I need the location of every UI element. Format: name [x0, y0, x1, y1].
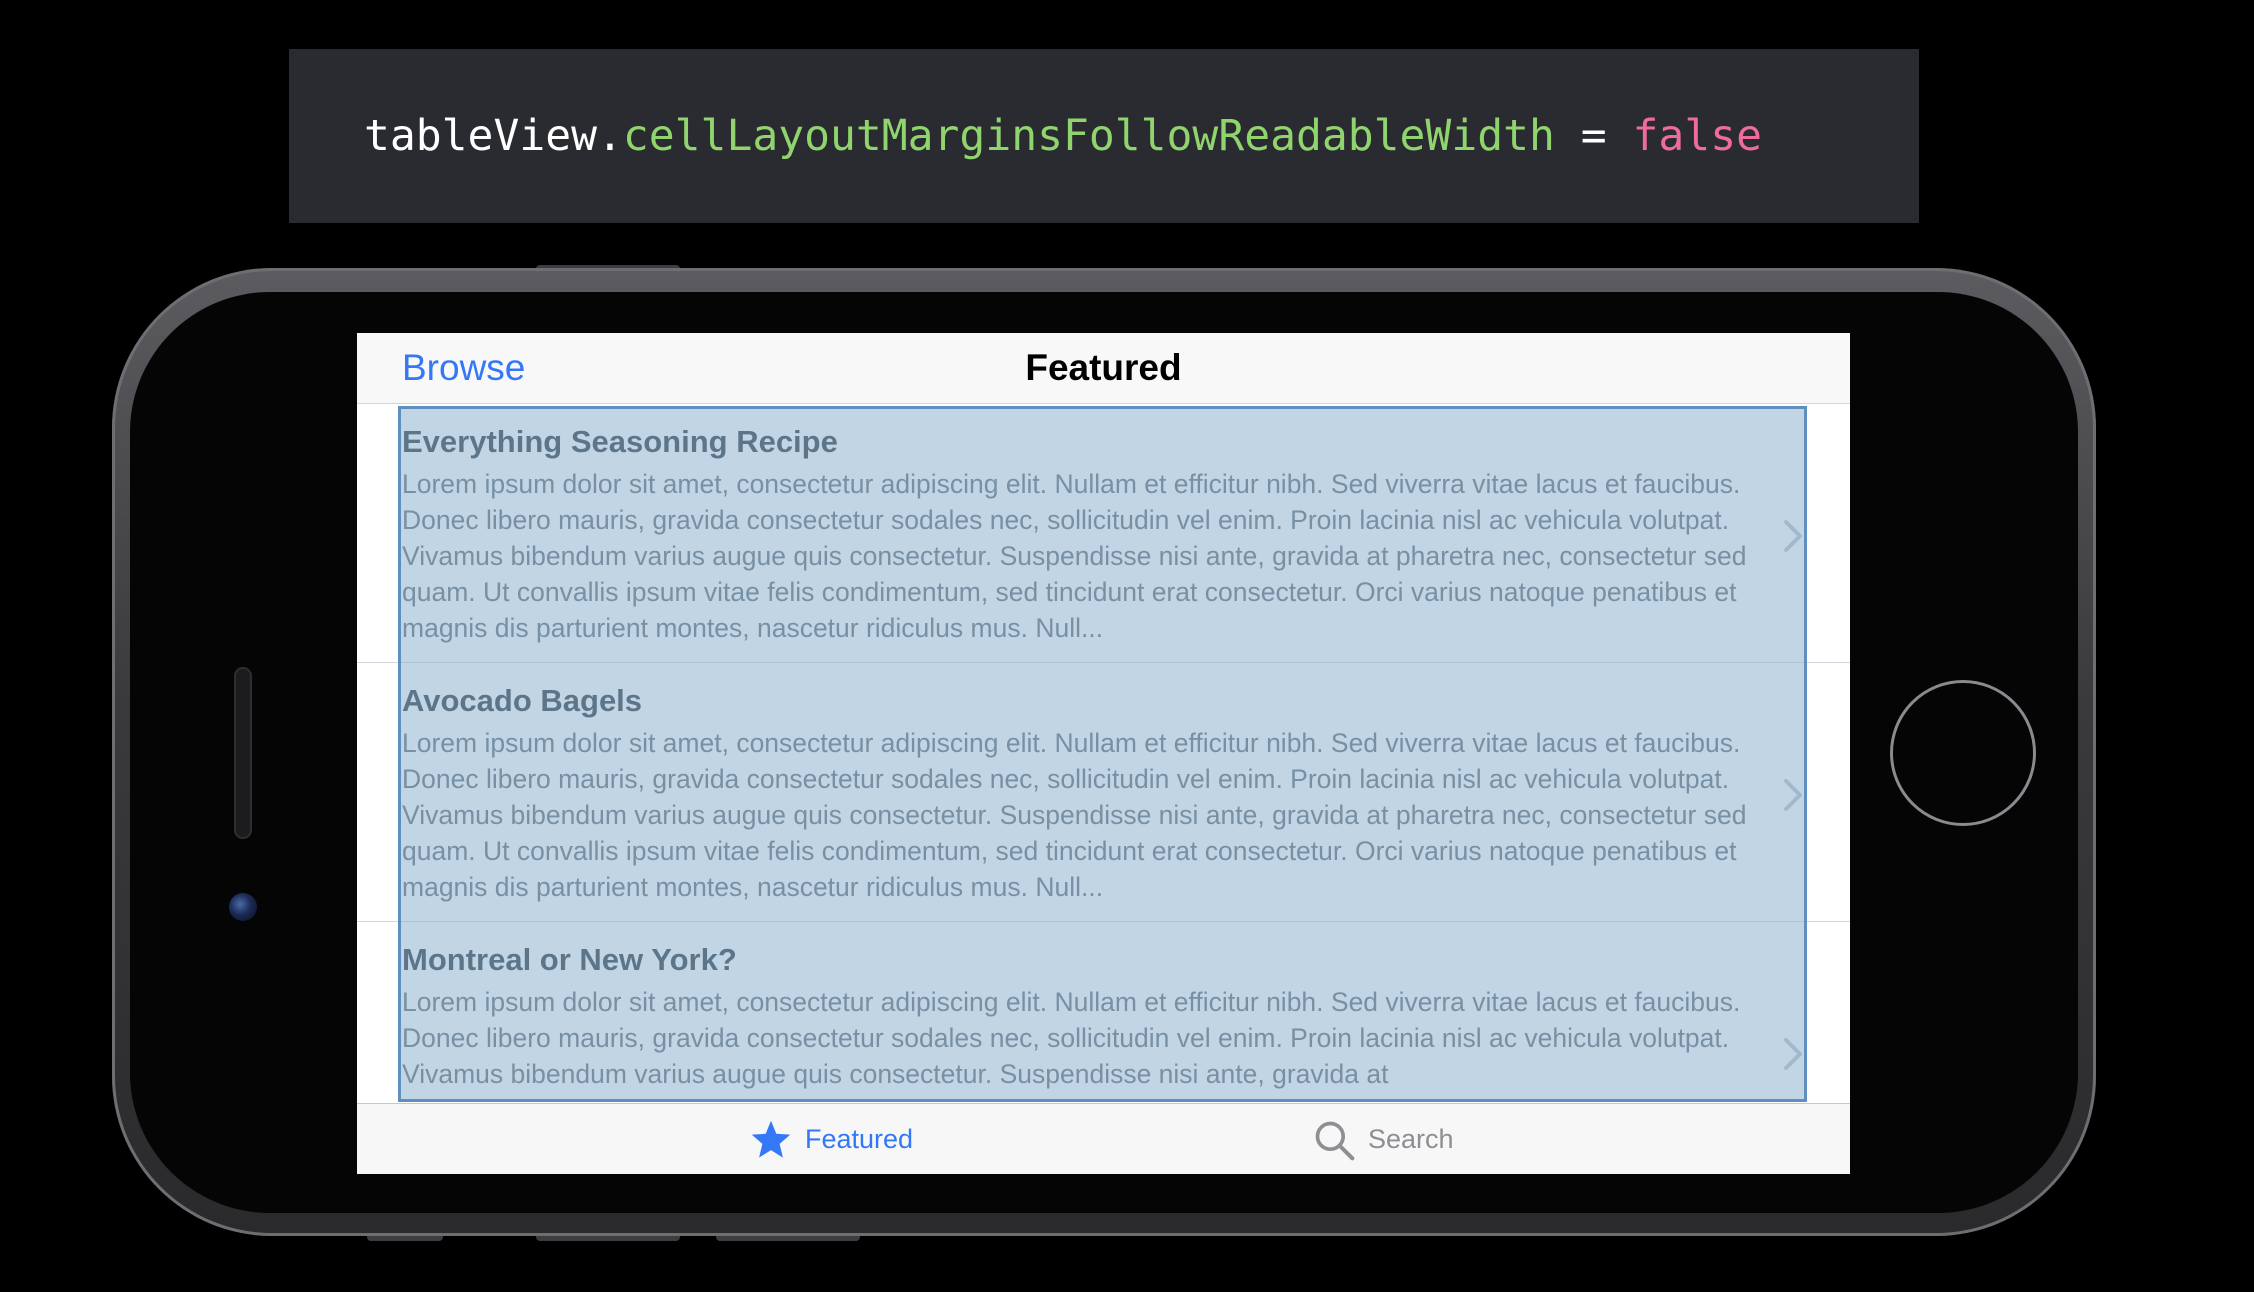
chevron-right-icon — [1784, 779, 1802, 811]
code-object: tableView — [364, 111, 597, 161]
table-view[interactable]: Everything Seasoning Recipe Lorem ipsum … — [357, 404, 1850, 1174]
phone-speaker — [234, 667, 252, 839]
tab-search-label: Search — [1368, 1124, 1454, 1154]
phone-screen: Featured Browse Everything Seasoning Rec… — [357, 333, 1850, 1174]
code-snippet-banner: tableView. cellLayoutMarginsFollowReadabl… — [289, 49, 1919, 223]
cell-title: Everything Seasoning Recipe — [402, 424, 838, 459]
tab-featured[interactable]: Featured — [749, 1104, 913, 1174]
cell-title: Avocado Bagels — [402, 683, 643, 718]
search-icon — [1315, 1121, 1355, 1160]
code-value: false — [1632, 111, 1762, 161]
cell-body: Lorem ipsum dolor sit amet, consectetur … — [402, 987, 1741, 1089]
front-camera — [229, 893, 257, 921]
tab-bar: Featured Search — [357, 1103, 1850, 1174]
code-operator: = — [1554, 111, 1633, 161]
tab-search[interactable]: Search — [1312, 1104, 1454, 1174]
cell-body: Lorem ipsum dolor sit amet, consectetur … — [402, 728, 1747, 902]
tab-featured-label: Featured — [805, 1124, 914, 1154]
nav-title: Featured — [1025, 347, 1182, 388]
chevron-right-icon — [1784, 520, 1802, 552]
table-row[interactable]: Everything Seasoning Recipe Lorem ipsum … — [357, 404, 1850, 663]
navigation-bar: Featured Browse — [357, 333, 1850, 404]
code-dot: . — [597, 111, 623, 161]
chevron-right-icon — [1784, 1038, 1802, 1070]
star-icon — [751, 1120, 791, 1158]
home-button[interactable] — [1890, 680, 2036, 826]
code-property: cellLayoutMarginsFollowReadableWidth — [622, 111, 1555, 161]
nav-back-button[interactable]: Browse — [402, 347, 525, 389]
cell-title: Montreal or New York? — [402, 942, 737, 977]
cell-body: Lorem ipsum dolor sit amet, consectetur … — [402, 469, 1747, 643]
table-row[interactable]: Avocado Bagels Lorem ipsum dolor sit ame… — [357, 663, 1850, 922]
